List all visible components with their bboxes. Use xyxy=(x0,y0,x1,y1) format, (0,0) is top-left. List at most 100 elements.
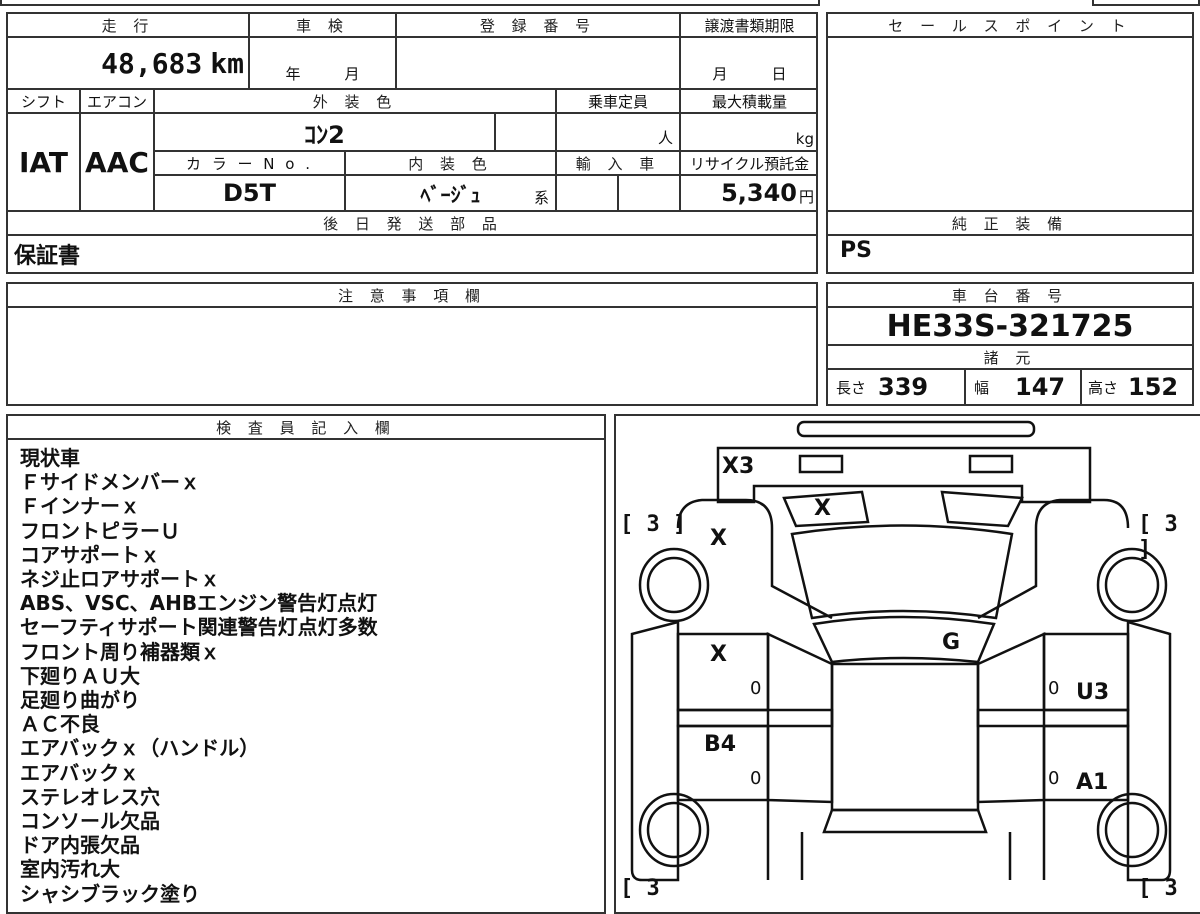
inspector-line: ドア内張欠品 xyxy=(20,833,140,858)
inspector-line: シャシブラック塗り xyxy=(20,881,200,906)
length-value: 339 xyxy=(878,373,929,401)
genuine-equipment-value: PS xyxy=(840,238,872,263)
inspector-line: コアサポートｘ xyxy=(20,542,160,567)
import-cell-b xyxy=(619,176,681,212)
vehicle-info-table: 走 行 車 検 登 録 番 号 譲渡書類期限 48,683 km 年 月 月 日… xyxy=(6,12,818,274)
inspector-line: コンソール欠品 xyxy=(20,809,160,834)
max-load-unit: kg xyxy=(795,130,814,148)
mark-right-rear-door: A1 xyxy=(1076,770,1109,795)
tire-mark-bottom-right: [ 3 xyxy=(1138,876,1178,901)
front-bumper xyxy=(716,446,1092,504)
tire-mark-top-left: [ 3 ] xyxy=(620,512,687,537)
a-pillar-left xyxy=(766,632,834,804)
mark-right-front-door: U3 xyxy=(1076,680,1110,705)
shift-header: シフト xyxy=(8,90,81,114)
inspector-line: 室内汚れ大 xyxy=(20,857,120,882)
later-parts-header: 後 日 発 送 部 品 xyxy=(8,212,818,236)
max-load-header: 最大積載量 xyxy=(681,90,818,114)
recycle-cell: 5,340 円 xyxy=(681,176,818,212)
inspection-header: 車 検 xyxy=(250,14,397,38)
inspector-box: 検 査 員 記 入 欄 現状車 Ｆサイドメンバーｘ Ｆインナーｘ フロントピラーＵ コア… xyxy=(6,414,606,914)
genuine-equipment-header: 純 正 装 備 xyxy=(828,212,1192,236)
transfer-month-label: 月 xyxy=(712,65,728,83)
max-load-cell: kg xyxy=(681,114,818,152)
pillar-right xyxy=(976,708,1130,728)
inspector-line: 下廻りＡＵ大 xyxy=(20,663,140,688)
sales-points-header: セ ー ル ス ポ イ ン ト xyxy=(828,14,1192,38)
capacity-unit: 人 xyxy=(657,129,673,147)
recycle-header: リサイクル預託金 xyxy=(681,152,818,176)
notes-box: 注 意 事 項 欄 xyxy=(6,282,818,406)
inspector-header: 検 査 員 記 入 欄 xyxy=(8,416,604,440)
car-diagram xyxy=(630,420,1172,882)
mileage-value: 48,683 xyxy=(101,46,203,80)
inspector-line: セーフティサポート関連警告灯点灯多数 xyxy=(20,615,378,640)
front-bar xyxy=(796,420,1036,438)
rear-glass xyxy=(822,808,988,834)
aircon-value: AAC xyxy=(85,145,149,179)
zero-left-front: 0 xyxy=(750,678,762,699)
mark-front-bumper: X3 xyxy=(722,454,755,479)
mileage-cell: 48,683 km xyxy=(8,38,250,90)
pillar-left xyxy=(676,708,834,728)
later-parts-value: 保証書 xyxy=(14,244,81,269)
interior-color-value: ﾍﾞｰｼﾞｭ xyxy=(420,182,481,207)
chassis-value: HE33S-321725 xyxy=(886,308,1134,344)
tire-rear-left xyxy=(638,792,710,868)
dimensions-header: 諸 元 xyxy=(828,346,1192,370)
a-pillar-right xyxy=(976,632,1046,804)
mark-left-rear-door: B4 xyxy=(704,732,737,757)
aircon-header: エアコン xyxy=(81,90,155,114)
headlight-right xyxy=(968,454,1014,474)
tire-mark-top-right: [ 3 ] xyxy=(1138,512,1178,562)
sales-points-box: セ ー ル ス ポ イ ン ト 純 正 装 備 PS xyxy=(826,12,1194,274)
recycle-unit: 円 xyxy=(798,187,814,206)
exterior-color-header: 外 装 色 xyxy=(155,90,557,114)
aircon-cell: AAC xyxy=(81,114,155,212)
inspector-line: ＡＣ不良 xyxy=(20,712,100,737)
mark-left-fender: X xyxy=(710,526,727,551)
rear-lines xyxy=(766,800,1046,880)
import-cell-a xyxy=(557,176,619,212)
recycle-value: 5,340 xyxy=(721,179,797,207)
inspector-line: ネジ止ロアサポートｘ xyxy=(20,567,220,592)
registration-cell xyxy=(397,38,681,90)
width-value: 147 xyxy=(1015,373,1066,401)
zero-left-rear: 0 xyxy=(750,768,762,789)
chassis-cell: HE33S-321725 xyxy=(828,308,1192,346)
inspector-line: Ｆサイドメンバーｘ xyxy=(20,470,200,495)
zero-right-front: 0 xyxy=(1048,678,1060,699)
interior-color-header: 内 装 色 xyxy=(346,152,557,176)
inspection-year-label: 年 xyxy=(285,65,301,83)
mark-left-front-door: X xyxy=(710,642,727,667)
exterior-color-value: ｺﾝ2 xyxy=(304,120,345,149)
inspector-line: 足廻り曲がり xyxy=(20,688,140,713)
car-diagram-box: [ 3 ] [ 3 ] [ 3 [ 3 X3 X X X G U3 B4 A1 … xyxy=(614,414,1200,914)
inspector-line: エアバックｘ（ハンドル） xyxy=(20,736,260,761)
grille-right xyxy=(940,490,1024,528)
color-no-value: D5T xyxy=(223,179,276,207)
capacity-header: 乗車定員 xyxy=(557,90,681,114)
side-left xyxy=(630,620,680,882)
notes-header: 注 意 事 項 欄 xyxy=(8,284,816,308)
transfer-day-label: 日 xyxy=(771,65,787,83)
top-strip-right xyxy=(1092,0,1200,6)
length-label: 長さ xyxy=(836,378,867,397)
headlight-left xyxy=(798,454,844,474)
interior-color-suffix: 系 xyxy=(533,189,549,207)
mileage-unit: km xyxy=(210,46,244,80)
length-cell: 長さ 339 xyxy=(828,370,966,404)
inspector-line: ABS、VSC、AHBエンジン警告灯点灯 xyxy=(20,591,378,616)
shift-value: IAT xyxy=(18,145,68,179)
roof xyxy=(830,662,980,812)
chassis-header: 車 台 番 号 xyxy=(828,284,1192,308)
inspector-line: フロント周り補器類ｘ xyxy=(20,639,220,664)
inspector-line: 現状車 xyxy=(20,446,80,470)
interior-color-cell: ﾍﾞｰｼﾞｭ 系 xyxy=(346,176,557,212)
registration-header: 登 録 番 号 xyxy=(397,14,681,38)
tire-mark-bottom-left: [ 3 xyxy=(620,876,660,901)
body-outline-front xyxy=(676,498,1130,620)
inspector-lines: 現状車 Ｆサイドメンバーｘ Ｆインナーｘ フロントピラーＵ コアサポートｘ ネジ止ロアサポ… xyxy=(20,446,378,906)
width-cell: 幅 147 xyxy=(966,370,1082,404)
height-label: 高さ xyxy=(1088,378,1119,397)
